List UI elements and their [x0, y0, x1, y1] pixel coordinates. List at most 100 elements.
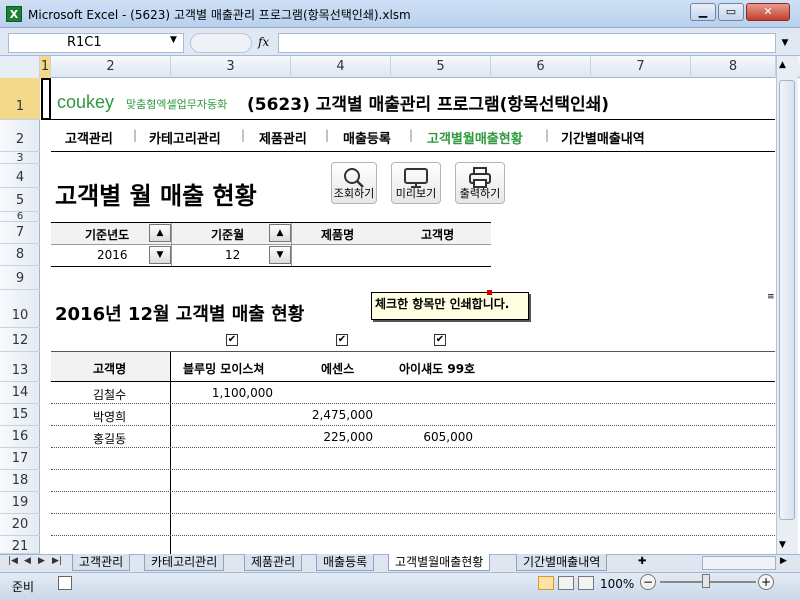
- excel-icon[interactable]: X: [6, 6, 22, 22]
- row-header-5[interactable]: 5: [0, 188, 40, 212]
- column-header-1[interactable]: 1: [40, 56, 51, 78]
- row-header-4[interactable]: 4: [0, 164, 40, 188]
- menu-product[interactable]: 제품관리: [259, 128, 307, 147]
- column-header-5[interactable]: 5: [391, 56, 491, 78]
- sheet-tab-product[interactable]: 제품관리: [244, 554, 303, 571]
- worksheet[interactable]: coukey 맞춤형엑셀업무자동화 (5623) 고객별 매출관리 프로그램(항…: [41, 78, 775, 554]
- brand-logo: coukey: [57, 92, 115, 112]
- row-header-9[interactable]: 9: [0, 266, 40, 290]
- prev-sheet-icon[interactable]: ◀: [24, 556, 31, 566]
- column-header-8[interactable]: 8: [691, 56, 776, 78]
- row-header-2[interactable]: 2: [0, 120, 40, 152]
- normal-view-icon[interactable]: [538, 576, 554, 590]
- year-up-button[interactable]: ▲: [149, 224, 171, 242]
- zoom-in-icon[interactable]: +: [758, 574, 774, 590]
- select-all-corner[interactable]: [0, 56, 40, 78]
- column-header-3[interactable]: 3: [171, 56, 291, 78]
- print-checkbox-col4[interactable]: ✔: [336, 334, 348, 346]
- month-value[interactable]: 12: [225, 248, 240, 262]
- sheet-tab-period-sales[interactable]: 기간별매출내역: [516, 554, 608, 571]
- year-value[interactable]: 2016: [97, 248, 128, 262]
- active-cell[interactable]: [41, 78, 51, 120]
- last-sheet-icon[interactable]: ▶|: [52, 556, 62, 566]
- minimize-button[interactable]: ▁: [690, 3, 716, 21]
- row-header-12[interactable]: 12: [0, 328, 40, 352]
- row-header-3[interactable]: 3: [0, 152, 40, 164]
- row-header-10[interactable]: 10: [0, 290, 40, 328]
- page-title: 고객별 월 매출 현황: [55, 182, 257, 210]
- sheet-tab-category[interactable]: 카테고리관리: [144, 554, 225, 571]
- close-button[interactable]: ✕: [746, 3, 790, 21]
- divider: [51, 266, 491, 267]
- print-button[interactable]: 출력하기: [455, 162, 505, 204]
- scroll-up-icon[interactable]: ▲: [779, 60, 786, 70]
- scroll-right-icon[interactable]: ▶: [780, 556, 787, 566]
- col-header-product-3: 아이섀도 99호: [399, 362, 476, 376]
- search-button[interactable]: 조회하기: [331, 162, 377, 204]
- maximize-button[interactable]: ▭: [718, 3, 744, 21]
- row-header-7[interactable]: 7: [0, 222, 40, 244]
- zoom-level[interactable]: 100%: [600, 577, 634, 591]
- next-sheet-icon[interactable]: ▶: [38, 556, 45, 566]
- menu-monthly-sales[interactable]: 고객별월매출현황: [427, 128, 523, 147]
- zoom-out-icon[interactable]: −: [640, 574, 656, 590]
- row-header-16[interactable]: 16: [0, 426, 40, 448]
- menu-period-sales[interactable]: 기간별매출내역: [561, 128, 645, 147]
- horizontal-scrollbar[interactable]: [702, 556, 776, 570]
- expand-formula-bar-icon[interactable]: ▼: [778, 33, 792, 53]
- macro-record-icon[interactable]: [58, 576, 72, 590]
- scroll-thumb[interactable]: [779, 80, 795, 520]
- filter-customer-header: 고객명: [421, 228, 455, 242]
- sheet-tab-monthly-sales[interactable]: 고객별월매출현황: [388, 554, 491, 571]
- first-sheet-icon[interactable]: |◀: [8, 556, 18, 566]
- col-header-customer: 고객명: [93, 362, 127, 376]
- month-up-button[interactable]: ▲: [269, 224, 291, 242]
- filter-product-header: 제품명: [321, 228, 355, 242]
- page-break-view-icon[interactable]: [578, 576, 594, 590]
- resize-handle-icon[interactable]: ≡: [767, 292, 775, 302]
- program-title: (5623) 고객별 매출관리 프로그램(항목선택인쇄): [247, 95, 610, 115]
- row-header-13[interactable]: 13: [0, 352, 40, 382]
- filter-year-header: 기준년도: [85, 228, 130, 242]
- row-header-8[interactable]: 8: [0, 244, 40, 266]
- scroll-down-icon[interactable]: ▼: [779, 540, 786, 550]
- menu-customer[interactable]: 고객관리: [65, 128, 113, 147]
- menu-sales-entry[interactable]: 매출등록: [343, 128, 391, 147]
- table-row-name: 박영희: [93, 410, 127, 424]
- row-header-21[interactable]: 21: [0, 536, 40, 554]
- row-header-20[interactable]: 20: [0, 514, 40, 536]
- row-header-19[interactable]: 19: [0, 492, 40, 514]
- table-row-name: 김철수: [93, 388, 127, 402]
- name-box[interactable]: R1C1: [8, 33, 184, 53]
- page-layout-view-icon[interactable]: [558, 576, 574, 590]
- preview-button[interactable]: 미리보기: [391, 162, 441, 204]
- row-header-17[interactable]: 17: [0, 448, 40, 470]
- row-header-15[interactable]: 15: [0, 404, 40, 426]
- insert-sheet-icon[interactable]: ✚: [638, 556, 646, 567]
- month-down-button[interactable]: ▼: [269, 246, 291, 264]
- column-header-4[interactable]: 4: [291, 56, 391, 78]
- row-header-6[interactable]: 6: [0, 212, 40, 222]
- row-header-18[interactable]: 18: [0, 470, 40, 492]
- formula-input[interactable]: [278, 33, 776, 53]
- divider: [51, 381, 775, 382]
- status-bar: [0, 572, 800, 600]
- row-header-14[interactable]: 14: [0, 382, 40, 404]
- column-header-7[interactable]: 7: [591, 56, 691, 78]
- column-header-2[interactable]: 2: [51, 56, 171, 78]
- comment-indicator: [487, 290, 492, 295]
- year-down-button[interactable]: ▼: [149, 246, 171, 264]
- col-header-product-1: 블루밍 모이스쳐: [183, 362, 265, 376]
- menu-category[interactable]: 카테고리관리: [149, 128, 221, 147]
- table-row-name: 홍길동: [93, 432, 127, 446]
- print-checkbox-col3[interactable]: ✔: [226, 334, 238, 346]
- zoom-slider-thumb[interactable]: [702, 574, 710, 588]
- sheet-tab-sales-entry[interactable]: 매출등록: [316, 554, 375, 571]
- filter-month-header: 기준월: [211, 228, 245, 242]
- row-header-1[interactable]: 1: [0, 78, 40, 120]
- column-header-6[interactable]: 6: [491, 56, 591, 78]
- chevron-down-icon[interactable]: ▼: [170, 35, 177, 45]
- insert-function-button[interactable]: fx: [258, 35, 269, 49]
- print-checkbox-col5[interactable]: ✔: [434, 334, 446, 346]
- sheet-tab-customer[interactable]: 고객관리: [72, 554, 131, 571]
